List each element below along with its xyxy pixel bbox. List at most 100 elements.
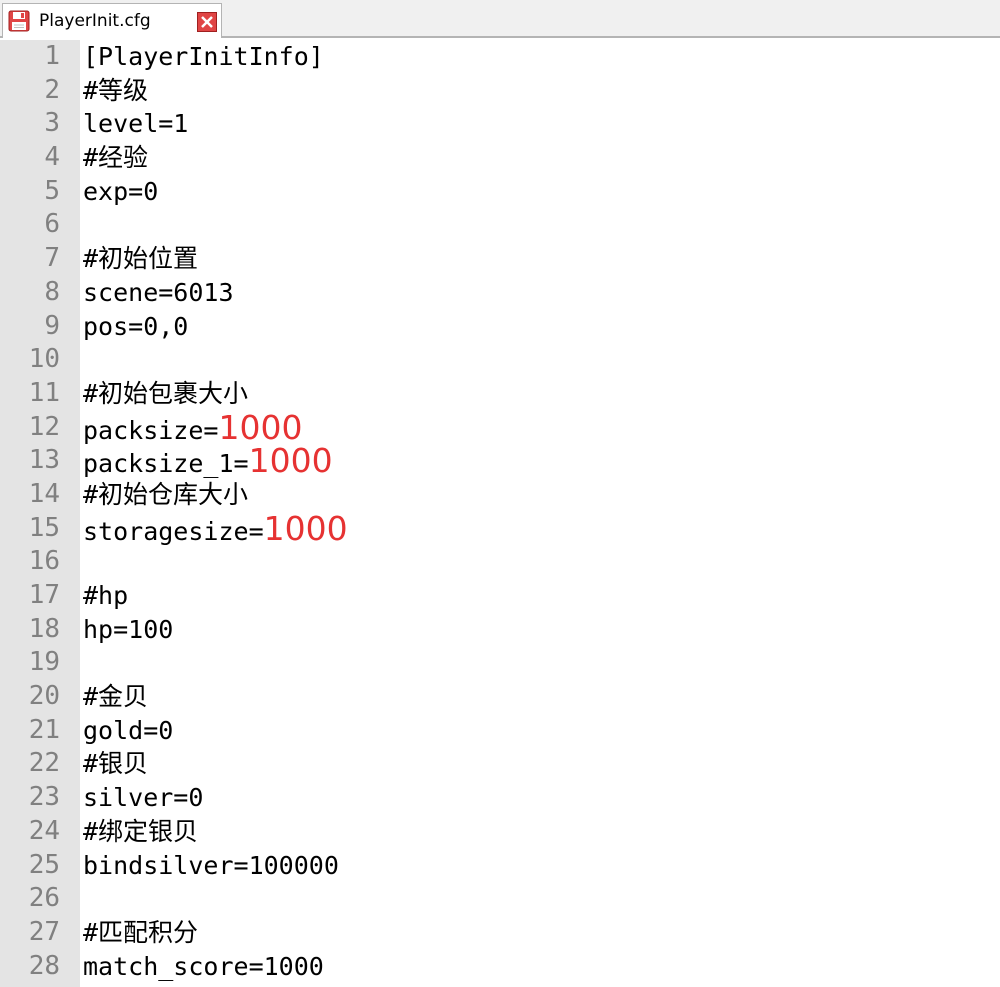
code-line[interactable]: 5 exp=0 bbox=[0, 175, 1000, 209]
code-line[interactable]: 20 #金贝 bbox=[0, 680, 1000, 714]
line-number: 22 bbox=[28, 748, 60, 779]
code-line[interactable]: 6 bbox=[0, 208, 1000, 242]
code-text: packsize_1= bbox=[83, 449, 249, 479]
code-text: pos=0,0 bbox=[83, 311, 189, 341]
line-number: 10 bbox=[28, 344, 60, 375]
code-line[interactable]: 10 bbox=[0, 343, 1000, 377]
code-line[interactable]: 2 #等级 bbox=[0, 74, 1000, 108]
line-text: bindsilver=100000 bbox=[83, 849, 339, 883]
code-text: bindsilver=100000 bbox=[83, 850, 339, 880]
line-number: 18 bbox=[28, 613, 60, 644]
line-text: #等级 bbox=[83, 74, 148, 108]
line-text: #hp bbox=[83, 579, 128, 613]
code-line[interactable]: 8 scene=6013 bbox=[0, 276, 1000, 310]
line-text: match_score=1000 bbox=[83, 950, 324, 984]
line-text: #匹配积分 bbox=[83, 916, 198, 950]
code-text: #经验 bbox=[83, 143, 149, 173]
code-line[interactable]: 1 [PlayerInitInfo] bbox=[0, 40, 1000, 74]
code-line[interactable]: 28 match_score=1000 bbox=[0, 950, 1000, 984]
line-number: 7 bbox=[44, 243, 60, 274]
line-number: 20 bbox=[28, 681, 60, 712]
line-text: [PlayerInitInfo] bbox=[83, 40, 324, 74]
code-line[interactable]: 23 silver=0 bbox=[0, 781, 1000, 815]
line-number: 24 bbox=[28, 815, 60, 846]
code-line[interactable]: 4 #经验 bbox=[0, 141, 1000, 175]
code-text: silver=0 bbox=[83, 783, 204, 813]
line-number: 19 bbox=[28, 647, 60, 678]
line-number: 15 bbox=[28, 512, 60, 543]
line-text: #初始包裹大小 bbox=[83, 377, 248, 411]
code-line[interactable]: 9 pos=0,0 bbox=[0, 310, 1000, 344]
code-line[interactable]: 25 bindsilver=100000 bbox=[0, 849, 1000, 883]
code-text: #绑定银贝 bbox=[83, 816, 199, 846]
code-text: storagesize= bbox=[83, 516, 264, 546]
line-number: 17 bbox=[28, 580, 60, 610]
code-line[interactable]: 22 #银贝 bbox=[0, 747, 1000, 781]
line-number: 28 bbox=[28, 950, 60, 981]
line-text: pos=0,0 bbox=[83, 310, 188, 344]
editor-window: PlayerInit.cfg 1 [PlayerInitInfo] 2 #等级 3 lev… bbox=[0, 0, 1000, 987]
code-text: #初始位置 bbox=[83, 244, 199, 274]
line-text: #绑定银贝 bbox=[83, 815, 198, 849]
code-line[interactable]: 19 bbox=[0, 646, 1000, 680]
line-text: packsize_1=1000 bbox=[83, 444, 333, 481]
code-text: packsize= bbox=[83, 415, 219, 445]
line-number: 2 bbox=[44, 74, 60, 105]
tab-playerinit-cfg[interactable]: PlayerInit.cfg bbox=[2, 3, 222, 38]
line-number: 25 bbox=[28, 849, 60, 880]
line-number: 11 bbox=[28, 377, 60, 408]
code-text: gold=0 bbox=[83, 715, 174, 745]
tab-bar: PlayerInit.cfg bbox=[0, 0, 1000, 38]
line-text: exp=0 bbox=[83, 175, 158, 209]
code-text: #匹配积分 bbox=[83, 917, 199, 947]
code-lines: 1 [PlayerInitInfo] 2 #等级 3 level=1 4 #经验 5 exp=0 6… bbox=[0, 40, 1000, 983]
line-number: 1 bbox=[44, 41, 60, 71]
line-number: 8 bbox=[44, 276, 60, 307]
line-text: silver=0 bbox=[83, 781, 203, 815]
code-text: exp=0 bbox=[83, 176, 159, 206]
code-line[interactable]: 3 level=1 bbox=[0, 107, 1000, 141]
line-number: 9 bbox=[44, 310, 60, 341]
line-text: #金贝 bbox=[83, 680, 148, 714]
line-text: #银贝 bbox=[83, 747, 148, 781]
code-text: #hp bbox=[83, 581, 129, 610]
line-number: 23 bbox=[28, 782, 60, 813]
highlighted-value: 1000 bbox=[248, 441, 333, 481]
code-line[interactable]: 18 hp=100 bbox=[0, 613, 1000, 647]
line-text: #经验 bbox=[83, 141, 148, 175]
line-number: 12 bbox=[28, 411, 60, 442]
close-icon[interactable] bbox=[197, 12, 217, 32]
code-line[interactable]: 13 packsize_1=1000 bbox=[0, 444, 1000, 478]
code-line[interactable]: 14 #初始仓库大小 bbox=[0, 478, 1000, 512]
code-text: [PlayerInitInfo] bbox=[83, 42, 324, 71]
code-line[interactable]: 27 #匹配积分 bbox=[0, 916, 1000, 950]
code-text: level=1 bbox=[83, 109, 189, 139]
code-line[interactable]: 7 #初始位置 bbox=[0, 242, 1000, 276]
line-text: #初始仓库大小 bbox=[83, 478, 248, 512]
tab-title: PlayerInit.cfg bbox=[39, 11, 151, 31]
code-line[interactable]: 15 storagesize=1000 bbox=[0, 508, 1000, 549]
code-line[interactable]: 17 #hp bbox=[0, 579, 1000, 613]
code-line[interactable]: 11 #初始包裹大小 bbox=[0, 377, 1000, 411]
code-line[interactable]: 16 bbox=[0, 545, 1000, 579]
highlighted-value: 1000 bbox=[263, 508, 348, 548]
line-text: hp=100 bbox=[83, 613, 173, 647]
code-text: #初始仓库大小 bbox=[83, 479, 249, 509]
line-number: 27 bbox=[28, 916, 60, 947]
code-line[interactable]: 21 gold=0 bbox=[0, 714, 1000, 748]
code-text: #金贝 bbox=[83, 682, 149, 712]
line-number: 13 bbox=[28, 445, 60, 476]
text-editor[interactable]: 1 [PlayerInitInfo] 2 #等级 3 level=1 4 #经验 5 exp=0 6… bbox=[0, 40, 1000, 987]
code-text: #银贝 bbox=[83, 749, 149, 779]
line-text: gold=0 bbox=[83, 714, 173, 748]
code-line[interactable]: 26 bbox=[0, 882, 1000, 916]
code-line[interactable]: 24 #绑定银贝 bbox=[0, 815, 1000, 849]
line-number: 3 bbox=[44, 108, 60, 139]
line-number: 16 bbox=[28, 546, 60, 577]
code-line[interactable]: 12 packsize=1000 bbox=[0, 410, 1000, 445]
code-text: #等级 bbox=[83, 75, 149, 105]
line-number: 4 bbox=[44, 142, 60, 173]
line-text: storagesize=1000 bbox=[83, 508, 348, 549]
save-icon bbox=[8, 10, 30, 32]
line-number: 6 bbox=[44, 209, 60, 240]
